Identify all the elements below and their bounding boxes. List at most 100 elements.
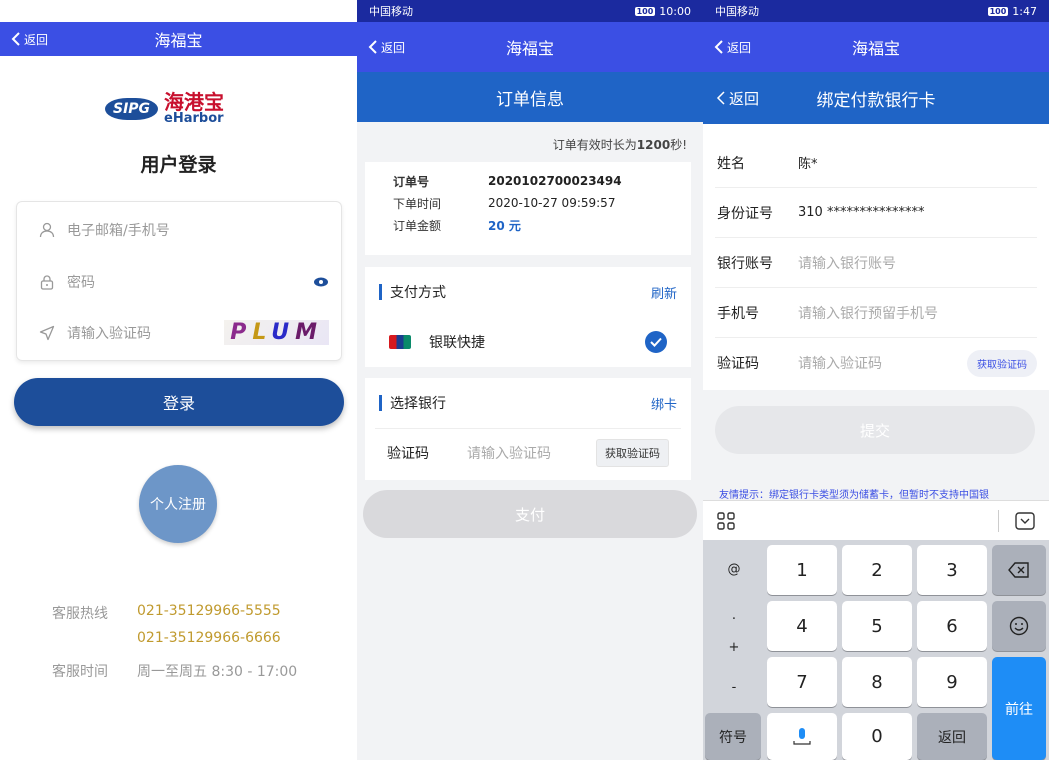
service-time-label: 客服时间 xyxy=(52,664,108,680)
symbol-key[interactable]: 符号 xyxy=(705,713,761,760)
back-button[interactable]: 返回 xyxy=(713,39,751,56)
submit-button[interactable]: 提交 xyxy=(715,406,1035,454)
key-4[interactable]: 4 xyxy=(767,601,837,651)
keyboard-toolbar xyxy=(703,500,1049,540)
key-7[interactable]: 7 xyxy=(767,657,837,707)
carrier: 中国移动 xyxy=(369,5,413,18)
bank-card: 选择银行 绑卡 验证码 请输入验证码 获取验证码 xyxy=(365,378,691,480)
voice-key[interactable] xyxy=(767,713,837,760)
chevron-left-icon xyxy=(714,40,723,54)
carrier: 中国移动 xyxy=(715,5,759,18)
back-label: 返回 xyxy=(24,32,49,47)
section-header: 订单信息 xyxy=(357,72,703,122)
captcha-placeholder: 请输入验证码 xyxy=(67,325,151,342)
unionpay-icon xyxy=(389,335,411,349)
unionpay-option[interactable]: 银联快捷 xyxy=(365,317,691,367)
sipg-logo: SIPG xyxy=(105,97,159,120)
order-time-row: 下单时间 2020-10-27 09:59:57 xyxy=(393,196,616,211)
lock-icon xyxy=(40,275,54,290)
nav-title: 海福宝 xyxy=(851,39,900,58)
verify-code-field[interactable]: 验证码 请输入验证码 获取验证码 xyxy=(715,338,1037,388)
bind-form: 姓名 陈* 身份证号 310 *************** 银行账号 请输入银行账号… xyxy=(703,138,1049,388)
account-field[interactable]: 电子邮箱/手机号 xyxy=(39,220,329,240)
battery-level: 100 xyxy=(987,6,1009,16)
microphone-icon xyxy=(793,727,811,745)
bank-header: 选择银行 绑卡 xyxy=(365,378,691,428)
key-2[interactable]: 2 xyxy=(842,545,912,595)
key-at[interactable]: @ xyxy=(707,554,761,584)
hotline-label: 客服热线 xyxy=(52,606,108,622)
key-minus[interactable]: - xyxy=(707,672,761,702)
chevron-left-icon xyxy=(368,40,377,54)
get-code-button[interactable]: 获取验证码 xyxy=(967,349,1037,377)
clock: 1:47 xyxy=(1012,4,1037,18)
key-dot[interactable]: . xyxy=(707,600,761,630)
back-button[interactable]: 返回 xyxy=(10,31,48,48)
key-5[interactable]: 5 xyxy=(842,601,912,651)
refresh-link[interactable]: 刷新 xyxy=(651,283,677,302)
backspace-key[interactable] xyxy=(992,545,1046,595)
id-number-field: 身份证号 310 *************** xyxy=(715,188,1037,238)
nav-bar: 返回 海福宝 xyxy=(357,22,703,72)
pay-method-card: 支付方式 刷新 银联快捷 xyxy=(365,267,691,367)
nav-title: 海福宝 xyxy=(154,31,203,50)
password-placeholder: 密码 xyxy=(67,275,95,291)
key-3[interactable]: 3 xyxy=(917,545,987,595)
order-no-row: 订单号 2020102700023494 xyxy=(393,174,622,189)
header-title: 绑定付款银行卡 xyxy=(816,90,936,111)
pay-method-header: 支付方式 刷新 xyxy=(365,267,691,317)
chevron-left-icon xyxy=(716,91,725,105)
emoji-key[interactable] xyxy=(992,601,1046,651)
order-time: 2020-10-27 09:59:57 xyxy=(488,196,616,210)
grid-icon[interactable] xyxy=(717,511,735,530)
key-9[interactable]: 9 xyxy=(917,657,987,707)
key-plus[interactable]: + xyxy=(707,632,761,662)
back-button[interactable]: 返回 xyxy=(367,39,405,56)
key-0[interactable]: 0 xyxy=(842,713,912,760)
nav-bar: 返回 海福宝 xyxy=(703,22,1049,72)
captcha-field[interactable]: 请输入验证码 PLUM xyxy=(39,320,329,345)
go-key[interactable]: 前往 xyxy=(992,657,1046,760)
order-validity-tip: 订单有效时长为1200秒! xyxy=(552,138,687,152)
hotline-phone-1[interactable]: 021-35129966-5555 xyxy=(137,603,281,619)
friendly-tip: 友情提示：绑定银行卡类型须为储蓄卡，但暂时不支持中国银 xyxy=(719,490,989,501)
keyboard-hide-icon[interactable] xyxy=(1015,511,1035,530)
logo-cn: 海港宝 xyxy=(164,90,225,114)
battery-level: 100 xyxy=(634,6,656,16)
header-back-button[interactable]: 返回 xyxy=(715,88,759,109)
eye-icon[interactable] xyxy=(313,274,329,290)
nav-bar: 返回 海福宝 xyxy=(0,22,357,56)
key-8[interactable]: 8 xyxy=(842,657,912,707)
back-label: 返回 xyxy=(381,40,406,55)
nav-title: 海福宝 xyxy=(505,39,554,58)
logo-en: eHarbor xyxy=(164,111,224,126)
login-form: 电子邮箱/手机号 密码 请输入验证码 PLUM xyxy=(16,201,342,361)
order-amount-row: 订单金额 20 元 xyxy=(393,218,521,233)
hotline-phone-2[interactable]: 021-35129966-6666 xyxy=(137,630,281,646)
order-screen: 中国移动 100 10:00 返回 海福宝 订单信息 订单有效时长为1200秒! … xyxy=(357,0,703,760)
key-6[interactable]: 6 xyxy=(917,601,987,651)
register-button[interactable]: 个人注册 xyxy=(139,465,217,543)
login-button[interactable]: 登录 xyxy=(14,378,344,426)
service-time: 周一至周五 8:30 - 17:00 xyxy=(137,664,298,680)
pay-button[interactable]: 支付 xyxy=(363,490,697,538)
status-bar: 中国移动 100 1:47 xyxy=(703,0,1049,22)
get-code-button[interactable]: 获取验证码 xyxy=(596,438,669,467)
chevron-left-icon xyxy=(11,32,20,46)
captcha-image[interactable]: PLUM xyxy=(224,320,329,345)
name-field: 姓名 陈* xyxy=(715,138,1037,188)
bank-account-field[interactable]: 银行账号 请输入银行账号 xyxy=(715,238,1037,288)
bind-card-link[interactable]: 绑卡 xyxy=(651,394,677,413)
account-placeholder: 电子邮箱/手机号 xyxy=(67,223,170,239)
send-icon xyxy=(39,325,55,340)
key-1[interactable]: 1 xyxy=(767,545,837,595)
numeric-keyboard: @ . + - 1 2 3 4 5 6 7 8 9 前往 符号 0 返回 xyxy=(703,540,1049,760)
phone-field[interactable]: 手机号 请输入银行预留手机号 xyxy=(715,288,1037,338)
password-field[interactable]: 密码 xyxy=(39,272,329,292)
order-no: 2020102700023494 xyxy=(488,174,622,188)
verify-code-field[interactable]: 验证码 请输入验证码 获取验证码 xyxy=(375,428,681,476)
app-logo: SIPG 海港宝 eHarbor xyxy=(105,92,224,125)
return-key[interactable]: 返回 xyxy=(917,713,987,760)
order-card: 订单号 2020102700023494 下单时间 2020-10-27 09:59… xyxy=(365,162,691,255)
user-icon xyxy=(39,222,55,238)
